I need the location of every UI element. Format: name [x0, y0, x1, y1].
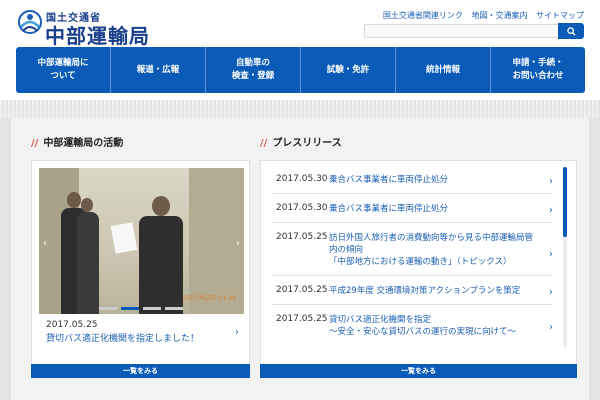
- nav-exams-licenses[interactable]: 試験・免許: [301, 47, 396, 93]
- photo-certificate: [110, 222, 138, 254]
- nav-applications-contact[interactable]: 申請・手続・ お問い合わせ: [491, 47, 585, 93]
- search-input[interactable]: [364, 24, 560, 38]
- nav-about[interactable]: 中部運輸局に ついて: [16, 47, 111, 93]
- slider-dot-active[interactable]: [121, 307, 139, 310]
- activities-title: 中部運輸局の活動: [43, 138, 124, 149]
- logo-title[interactable]: 中部運輸局: [45, 20, 150, 49]
- photo-person-head: [67, 192, 81, 208]
- header-divider: [0, 100, 600, 118]
- main-content: // 中部運輸局の活動 // プレスリリース ‹ › 2017/05/25 11:0…: [11, 118, 589, 400]
- press-link[interactable]: 乗合バス事業者に車両停止処分: [329, 203, 539, 215]
- heading-slash-icon: //: [260, 138, 268, 149]
- slider-dots: [99, 307, 183, 310]
- search-icon: [566, 26, 576, 36]
- press-date: 2017.05.25: [276, 314, 328, 324]
- photo-person: [139, 216, 183, 314]
- chevron-right-icon: ›: [549, 322, 553, 333]
- press-item[interactable]: 2017.05.25 平成29年度 交通環境対策アクションプランを策定 ›: [271, 276, 553, 305]
- press-date: 2017.05.30: [276, 203, 328, 213]
- site-header: 国土交通省 中部運輸局 国土交通省関連リンク 地図・交通案内 サイトマップ 中部…: [0, 0, 600, 118]
- link-mlit-related[interactable]: 国土交通省関連リンク: [383, 11, 463, 20]
- chevron-right-icon: ›: [549, 249, 553, 260]
- press-item[interactable]: 2017.05.25 貸切バス適正化機関を指定 ～安全・安心な貸切バスの運行の実…: [271, 305, 553, 345]
- activities-heading: // 中部運輸局の活動: [31, 134, 123, 149]
- press-link[interactable]: 平成29年度 交通環境対策アクションプランを策定: [329, 285, 539, 297]
- chevron-right-icon: ›: [549, 176, 553, 187]
- press-link[interactable]: 訪日外国人旅行者の消費動向等から見る中部運輸局管 内の傾向 「中部地方における運…: [329, 232, 539, 268]
- press-item[interactable]: 2017.05.30 乗合バス事業者に車両停止処分 ›: [271, 194, 553, 223]
- photo-person-head: [81, 198, 93, 212]
- chevron-right-icon[interactable]: ›: [235, 327, 239, 338]
- activity-photo-slider[interactable]: ‹ › 2017/05/25 11:03: [39, 168, 244, 314]
- slider-prev-icon[interactable]: ‹: [43, 238, 47, 249]
- press-title: プレスリリース: [272, 138, 342, 149]
- press-link[interactable]: 乗合バス事業者に車両停止処分: [329, 174, 539, 186]
- top-links: 国土交通省関連リンク 地図・交通案内 サイトマップ: [377, 10, 584, 21]
- link-sitemap[interactable]: サイトマップ: [536, 11, 584, 20]
- main-nav: 中部運輸局に ついて 報道・広報 自動車の 検査・登録 試験・免許 統計情報 申…: [16, 47, 585, 93]
- search-button[interactable]: [558, 23, 584, 39]
- photo-timestamp: 2017/05/25 11:03: [182, 295, 236, 302]
- press-item[interactable]: 2017.05.30 乗合バス事業者に車両停止処分 ›: [271, 165, 553, 194]
- mlit-logo-icon[interactable]: [17, 9, 43, 37]
- chevron-right-icon: ›: [549, 205, 553, 216]
- nav-press[interactable]: 報道・広報: [111, 47, 206, 93]
- press-scrollbar-thumb[interactable]: [563, 167, 567, 237]
- activities-card: ‹ › 2017/05/25 11:03 2017.05.25 貸切バス適正化機…: [31, 160, 250, 378]
- press-heading: // プレスリリース: [260, 134, 342, 149]
- nav-vehicle-inspection[interactable]: 自動車の 検査・登録: [206, 47, 301, 93]
- slider-dot[interactable]: [165, 307, 183, 310]
- activity-link[interactable]: 貸切バス適正化機関を指定しました！: [46, 331, 199, 344]
- press-date: 2017.05.25: [276, 285, 328, 295]
- photo-person: [77, 212, 99, 314]
- activity-date: 2017.05.25: [46, 320, 98, 330]
- press-list: 2017.05.30 乗合バス事業者に車両停止処分 › 2017.05.30 乗…: [271, 165, 553, 345]
- press-link[interactable]: 貸切バス適正化機関を指定 ～安全・安心な貸切バスの運行の実現に向けて～: [329, 314, 539, 338]
- press-date: 2017.05.25: [276, 232, 328, 242]
- heading-slash-icon: //: [31, 138, 39, 149]
- press-card: 2017.05.30 乗合バス事業者に車両停止処分 › 2017.05.30 乗…: [260, 160, 577, 378]
- activities-more-button[interactable]: 一覧をみる: [31, 364, 250, 378]
- slider-dot[interactable]: [99, 307, 117, 310]
- link-map-access[interactable]: 地図・交通案内: [471, 11, 527, 20]
- slider-dot[interactable]: [143, 307, 161, 310]
- chevron-right-icon: ›: [549, 287, 553, 298]
- press-more-button[interactable]: 一覧をみる: [260, 364, 577, 378]
- photo-person-head: [152, 196, 170, 216]
- nav-statistics[interactable]: 統計情報: [396, 47, 491, 93]
- slider-next-icon[interactable]: ›: [236, 238, 240, 249]
- press-date: 2017.05.30: [276, 174, 328, 184]
- press-item[interactable]: 2017.05.25 訪日外国人旅行者の消費動向等から見る中部運輸局管 内の傾向…: [271, 223, 553, 276]
